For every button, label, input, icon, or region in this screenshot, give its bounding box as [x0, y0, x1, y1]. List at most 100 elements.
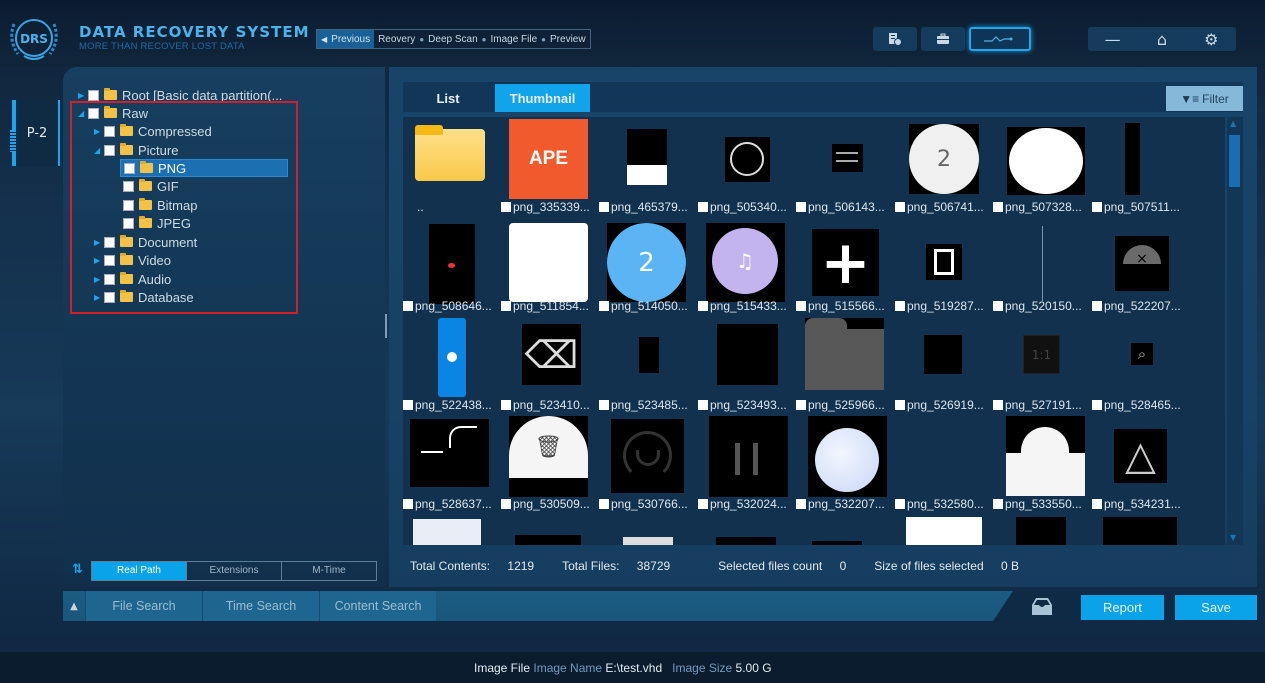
home-button[interactable]: ⌂	[1147, 30, 1177, 49]
file-checkbox[interactable]	[698, 202, 708, 212]
file-checkbox[interactable]	[501, 301, 511, 311]
thumbnail-item[interactable]: png_523493...	[698, 315, 796, 414]
thumbnail-item[interactable]: png_530766...	[599, 414, 697, 513]
file-checkbox[interactable]	[698, 301, 708, 311]
file-checkbox[interactable]	[993, 499, 1003, 509]
thumbnail-item[interactable]: png_508646...	[403, 216, 501, 315]
file-checkbox[interactable]	[796, 301, 806, 311]
file-checkbox[interactable]	[895, 400, 905, 410]
tab-file-search[interactable]: File Search	[85, 591, 202, 621]
thumbnail-item[interactable]: png_525966...	[796, 315, 894, 414]
tab-time-search[interactable]: Time Search	[202, 591, 319, 621]
file-checkbox[interactable]	[501, 400, 511, 410]
file-checkbox[interactable]	[501, 499, 511, 509]
thumbnail-item[interactable]: png_522438...	[403, 315, 501, 414]
thumbnail-caption: png_532580...	[895, 497, 984, 511]
thumbnail-item[interactable]: png_507328...	[993, 117, 1091, 216]
thumbnail-item[interactable]: ⌕ png_528465...	[1092, 315, 1190, 414]
file-checkbox[interactable]	[796, 202, 806, 212]
breadcrumb-step[interactable]: Reovery	[378, 34, 415, 45]
thumbnail-item[interactable]: png_505340...	[698, 117, 796, 216]
thumbnail-item[interactable]: × png_522207...	[1092, 216, 1190, 315]
sort-icon[interactable]: ⇅	[72, 562, 83, 577]
sort-extensions[interactable]: Extensions	[187, 562, 282, 580]
file-checkbox[interactable]	[895, 499, 905, 509]
file-checkbox[interactable]	[1092, 301, 1102, 311]
scroll-up-icon[interactable]: ▲	[1230, 119, 1236, 128]
monitor-button[interactable]	[969, 27, 1031, 51]
tab-list[interactable]: List	[403, 84, 493, 112]
thumbnail-item[interactable]: png_507511...	[1092, 117, 1190, 216]
file-checkbox[interactable]	[599, 301, 609, 311]
file-checkbox[interactable]	[698, 400, 708, 410]
thumbnail-item[interactable]: png_526919...	[895, 315, 993, 414]
filter-button[interactable]: ▼≡ Filter	[1166, 86, 1243, 111]
thumbnail-item[interactable]: 1:1 png_527191...	[993, 315, 1091, 414]
file-checkbox[interactable]	[501, 202, 511, 212]
file-checkbox[interactable]	[796, 400, 806, 410]
report-history-button[interactable]	[873, 27, 917, 51]
settings-button[interactable]: ⚙	[1196, 30, 1226, 49]
sort-m-time[interactable]: M-Time	[282, 562, 376, 580]
scroll-down-icon[interactable]: ▼	[1230, 533, 1236, 542]
file-checkbox[interactable]	[1092, 400, 1102, 410]
file-checkbox[interactable]	[403, 400, 413, 410]
thumbnail-item[interactable]: png_519287...	[895, 216, 993, 315]
thumbnail-item[interactable]: ..	[403, 117, 501, 216]
vertical-scrollbar[interactable]: ▲ ▼	[1227, 117, 1243, 545]
thumbnail-item[interactable]: △ png_534231...	[1092, 414, 1190, 513]
file-checkbox[interactable]	[599, 202, 609, 212]
thumbnail-item[interactable]: png_506143...	[796, 117, 894, 216]
report-button[interactable]: Report	[1081, 595, 1164, 620]
thumbnail-item[interactable]: png_532207...	[796, 414, 894, 513]
file-checkbox[interactable]	[895, 301, 905, 311]
file-checkbox[interactable]	[698, 499, 708, 509]
thumbnail-item[interactable]: png_520150...	[993, 216, 1091, 315]
thumbnail-item[interactable]: png_511854...	[501, 216, 599, 315]
thumbnail-item[interactable]: png_528637...	[403, 414, 501, 513]
thumbnail-caption: png_519287...	[895, 299, 984, 313]
thumbnail-item[interactable]: APE png_335339...	[501, 117, 599, 216]
file-checkbox[interactable]	[599, 400, 609, 410]
panel-splitter[interactable]	[385, 314, 387, 338]
thumbnail-item[interactable]: png_532580...	[895, 414, 993, 513]
thumbnail-item[interactable]: png_465379...	[599, 117, 697, 216]
partition-tab[interactable]: P-2	[10, 100, 60, 166]
file-checkbox[interactable]	[895, 202, 905, 212]
thumbnail-item[interactable]: 🗑 png_530509...	[501, 414, 599, 513]
file-checkbox[interactable]	[403, 301, 413, 311]
file-checkbox[interactable]	[993, 202, 1003, 212]
file-checkbox[interactable]	[993, 301, 1003, 311]
tab-content-search[interactable]: Content Search	[319, 591, 436, 621]
thumbnail-item[interactable]: ⌫ png_523410...	[501, 315, 599, 414]
tree-checkbox[interactable]	[88, 89, 99, 101]
sort-real-path[interactable]: Real Path	[92, 562, 187, 580]
thumbnail-item[interactable]: png_532024...	[698, 414, 796, 513]
file-checkbox[interactable]	[403, 499, 413, 509]
thumbnail-item[interactable]: png_533550...	[993, 414, 1091, 513]
minimize-button[interactable]: —	[1098, 30, 1128, 49]
toolbox-button[interactable]	[921, 27, 965, 51]
file-checkbox[interactable]	[599, 499, 609, 509]
caret-collapsed-icon[interactable]: ▶	[78, 91, 88, 100]
previous-button[interactable]: ◀ Previous	[317, 30, 375, 48]
file-name: png_508646...	[415, 299, 492, 313]
thumbnail-item[interactable]: + png_515566...	[796, 216, 894, 315]
file-checkbox[interactable]	[1092, 202, 1102, 212]
collapse-toggle[interactable]: ▲	[63, 591, 85, 621]
tab-thumbnail[interactable]: Thumbnail	[495, 84, 590, 112]
breadcrumb-step[interactable]: Image File	[490, 34, 537, 45]
thumbnail-item[interactable]: ♫ png_515433...	[698, 216, 796, 315]
file-checkbox[interactable]	[993, 400, 1003, 410]
scroll-thumb[interactable]	[1229, 135, 1240, 187]
thumbnail-item[interactable]: 2 png_514050...	[599, 216, 697, 315]
file-checkbox[interactable]	[796, 499, 806, 509]
thumbnail-item[interactable]: 2 png_506741...	[895, 117, 993, 216]
breadcrumb-step[interactable]: Preview	[550, 34, 586, 45]
file-checkbox[interactable]	[1092, 499, 1102, 509]
thumbnail-item[interactable]: png_523485...	[599, 315, 697, 414]
breadcrumb-step[interactable]: Deep Scan	[428, 34, 477, 45]
thumbnail-caption: png_526919...	[895, 398, 984, 412]
save-button[interactable]: Save	[1175, 595, 1257, 620]
inbox-icon[interactable]	[1030, 595, 1054, 617]
